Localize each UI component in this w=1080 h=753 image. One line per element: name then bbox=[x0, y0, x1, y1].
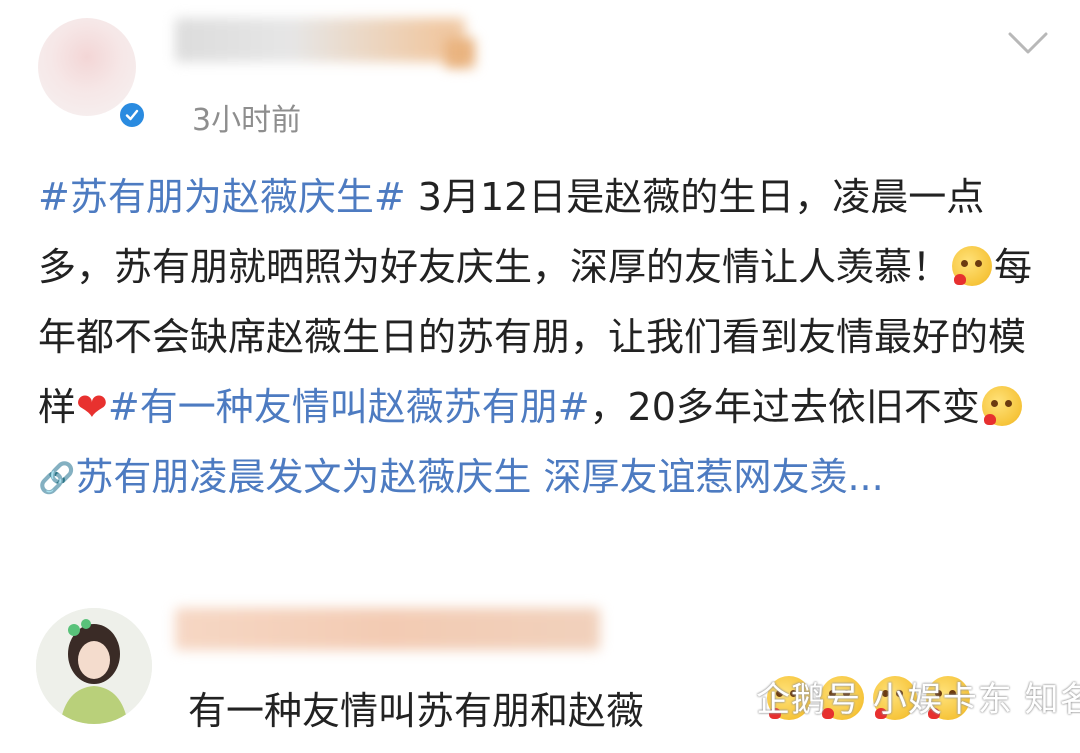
post-time: 3小时前 bbox=[192, 103, 302, 138]
watermark: 企鹅号 小娱卡东 知名东 bbox=[756, 680, 1080, 720]
heart-icon: ❤ bbox=[76, 385, 108, 429]
article-link[interactable]: 苏有朋凌晨发文为赵薇庆生 深厚友谊惹网友羡... bbox=[75, 455, 883, 499]
commenter-name-blurred[interactable] bbox=[175, 608, 600, 650]
username-blurred[interactable] bbox=[175, 18, 465, 62]
member-badge bbox=[445, 38, 475, 68]
post-text: ，20多年过去依旧不变 bbox=[589, 385, 980, 429]
emoji-face-heart-icon bbox=[981, 386, 1022, 426]
comment-avatar[interactable] bbox=[36, 608, 152, 724]
emoji-face-heart-icon bbox=[952, 246, 993, 286]
avatar[interactable] bbox=[38, 18, 136, 116]
link-icon[interactable]: 🔗 bbox=[38, 461, 75, 496]
hashtag-link[interactable]: #有一种友情叫赵薇苏有朋# bbox=[108, 385, 590, 429]
verified-icon bbox=[117, 100, 147, 130]
comment-text: 有一种友情叫苏有朋和赵薇 bbox=[188, 689, 645, 733]
chevron-down-icon[interactable] bbox=[1006, 28, 1050, 58]
hashtag-link[interactable]: #苏有朋为赵薇庆生# bbox=[38, 175, 406, 219]
post-body: #苏有朋为赵薇庆生# 3月12日是赵薇的生日，凌晨一点多，苏有朋就晒照为好友庆生… bbox=[38, 162, 1048, 514]
